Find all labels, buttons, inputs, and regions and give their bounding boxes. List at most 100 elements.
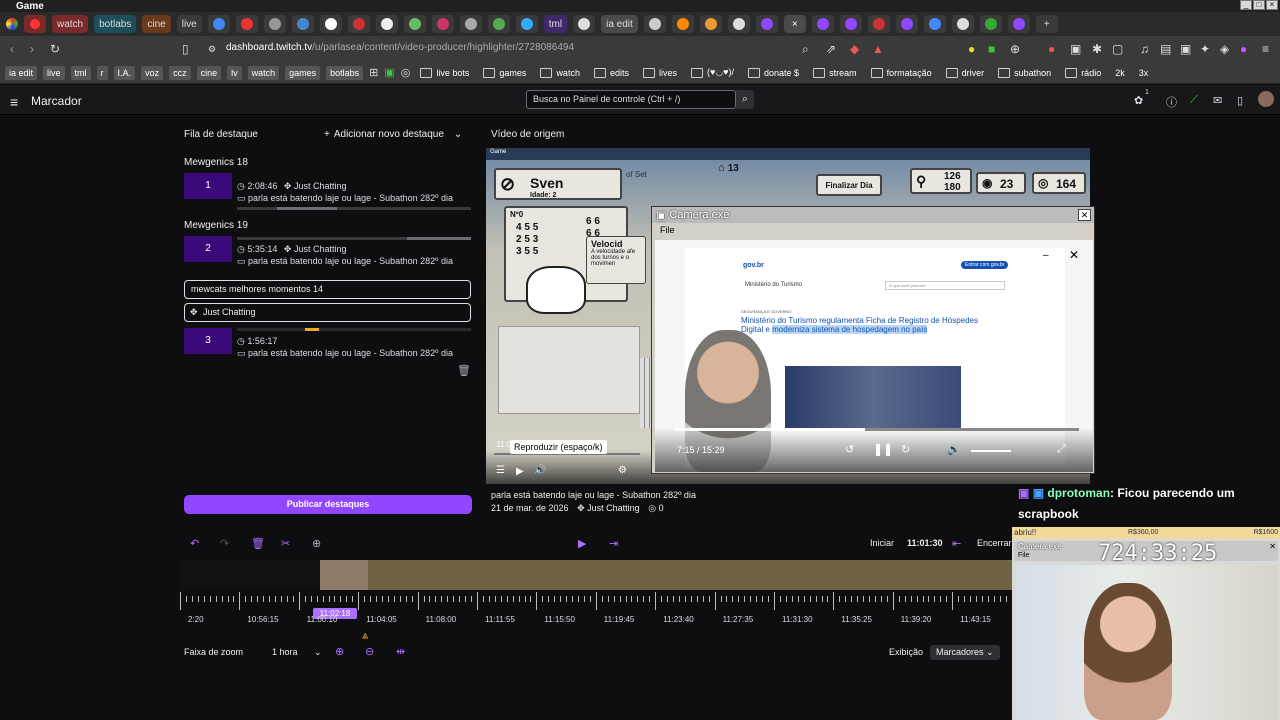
tab-generic-19[interactable] [951, 15, 974, 33]
bookmark-folder-driver[interactable]: driver [942, 66, 989, 80]
new-tab-button[interactable]: + [1035, 15, 1058, 33]
extensions-icon[interactable]: ✦ [1200, 42, 1210, 56]
extension-icon-7[interactable]: ▢ [1112, 42, 1123, 56]
extension-icon-5[interactable]: ▣ [1070, 42, 1081, 56]
bookmark-live[interactable]: live [43, 65, 65, 80]
tab-twitch-1[interactable] [755, 15, 778, 33]
extension-icon-6[interactable]: ✱ [1092, 42, 1102, 56]
bookmark-icon[interactable]: ▯ [182, 42, 189, 56]
set-start-icon[interactable]: ⇤ [952, 537, 961, 550]
camera-volume-icon[interactable]: 🔊 [947, 443, 961, 456]
search-button[interactable]: ⌕ [736, 90, 754, 109]
minimize-icon[interactable]: – [1043, 250, 1049, 261]
tab-generic-15[interactable] [727, 15, 750, 33]
bookmark-green-icon[interactable]: ▣ [384, 66, 394, 79]
bookmark-folder-formatacao[interactable]: formatação [867, 66, 936, 80]
share-icon[interactable]: ⇗ [826, 42, 836, 56]
bookmark-voz[interactable]: voz [141, 65, 164, 80]
extension-icon-2[interactable]: ■ [988, 42, 995, 56]
tab-generic-7[interactable] [431, 15, 454, 33]
timeline-ruler[interactable] [180, 592, 1012, 632]
timeline-selection[interactable] [320, 560, 368, 590]
bookmark-lv[interactable]: lv [227, 65, 242, 80]
tab-generic-5[interactable] [375, 15, 398, 33]
extension-icon-3[interactable]: ⊕ [1010, 42, 1020, 56]
camera-volume-slider[interactable] [971, 450, 1011, 452]
shield-icon[interactable]: ◆ [850, 42, 859, 56]
extension-icon-4[interactable]: ● [1048, 42, 1055, 56]
delete-clip-icon[interactable]: 🗑 [251, 537, 265, 550]
bookmark-outline-icon[interactable]: ▯ [1237, 94, 1243, 107]
forward-icon[interactable]: ↻ [901, 443, 910, 456]
tab-generic-13[interactable] [671, 15, 694, 33]
tab-generic-20[interactable] [979, 15, 1002, 33]
clip-thumbnail[interactable]: 1 [184, 173, 232, 199]
tab-generic-14[interactable] [699, 15, 722, 33]
bookmark-folder-radio[interactable]: rádio [1061, 66, 1105, 80]
browser-menu-icon[interactable]: ≡ [1262, 42, 1269, 56]
fit-icon[interactable]: ⇹ [396, 645, 405, 658]
site-search[interactable]: O que você procura? [885, 281, 1005, 290]
zoom-out-icon[interactable]: ⊖ [365, 645, 374, 658]
site-info-icon[interactable]: ⚙ [208, 44, 216, 55]
tab-active-close[interactable]: × [783, 15, 806, 33]
bookmark-folder-stream[interactable]: stream [809, 66, 861, 80]
tab-generic-4[interactable] [347, 15, 370, 33]
clip-thumbnail[interactable]: 3 [184, 328, 232, 354]
tab-twitch-3[interactable] [839, 15, 862, 33]
tab-cine[interactable]: cine [142, 15, 171, 33]
camera-close-button[interactable]: ✕ [1078, 209, 1091, 221]
tab-watch[interactable]: watch [52, 15, 89, 33]
add-marker-icon[interactable]: ⊕ [312, 537, 321, 550]
bookmark-folder-live-bots[interactable]: live bots [416, 66, 473, 80]
bookmark-ccz[interactable]: ccz [169, 65, 191, 80]
tab-botlabs[interactable]: botlabs [94, 15, 137, 33]
tab-generic-12[interactable] [643, 15, 666, 33]
vpn-icon[interactable]: ◈ [1220, 42, 1229, 56]
tab-record[interactable] [24, 15, 46, 33]
view-select[interactable]: Marcadores ⌄ [930, 645, 1000, 660]
bookmark-ia-edit[interactable]: ia edit [5, 65, 38, 80]
timeline-play-icon[interactable]: ▶ [578, 537, 586, 550]
extension-icon-1[interactable]: ● [968, 42, 975, 56]
tab-generic-6[interactable] [403, 15, 426, 33]
bookmark-watch[interactable]: watch [247, 65, 280, 80]
zoom-in-icon[interactable]: ⊕ [335, 645, 344, 658]
jump-end-icon[interactable]: ⇥ [609, 537, 618, 550]
bookmark-2k[interactable]: 2k [1111, 66, 1129, 80]
music-icon[interactable]: ♫ [1140, 42, 1149, 56]
category-input[interactable]: ✥ Just Chatting [184, 303, 471, 322]
bookmark-folder-donate[interactable]: donate $ [744, 66, 803, 80]
camera-window[interactable]: ▣ Camera.exe ✕ File gov.br Entrar com go… [651, 206, 1095, 474]
fullscreen-icon[interactable]: ⤢ [1057, 443, 1066, 456]
warning-icon[interactable]: ▲ [872, 42, 884, 56]
bookmark-botlabs[interactable]: botlabs [326, 65, 364, 80]
find-icon[interactable]: ⌕ [802, 42, 809, 57]
dashboard-search-input[interactable]: Busca no Painel de controle (Ctrl + /) [526, 90, 736, 109]
add-highlight-button[interactable]: + Adicionar novo destaque ⌄ [324, 126, 462, 142]
bookmark-folder-subathon[interactable]: subathon [994, 66, 1055, 80]
back-icon[interactable]: ‹ [10, 42, 14, 56]
volume-icon[interactable]: 🔊 [534, 465, 546, 476]
bookmark-folder-lives[interactable]: lives [639, 66, 681, 80]
camera-progress-bar[interactable] [675, 428, 1079, 431]
hamburger-menu-icon[interactable]: ≡ [10, 94, 18, 110]
tab-live[interactable]: live [176, 15, 202, 33]
settings-icon[interactable]: ⚙ [618, 465, 627, 476]
chapters-icon[interactable]: ☰ [496, 465, 505, 476]
maximize-button[interactable]: □ [1253, 0, 1265, 10]
tab-tml[interactable]: tml [543, 15, 568, 33]
tab-generic-16[interactable] [867, 15, 890, 33]
avatar[interactable] [1258, 91, 1274, 107]
bookmark-tml[interactable]: tml [70, 65, 91, 80]
playhead-marker-icon[interactable]: ⩓ [362, 630, 368, 643]
finalize-day-button[interactable]: Finalizar Dia [816, 174, 882, 196]
group-title[interactable]: Mewgenics 18 [184, 157, 248, 168]
sidebar-icon[interactable]: ▤ [1160, 42, 1171, 56]
gov-login-button[interactable]: Entrar com gov.br [961, 261, 1009, 269]
url-field[interactable]: dashboard.twitch.tv/u/parlasea/content/v… [226, 42, 574, 53]
help-icon[interactable]: ⓘ [1166, 94, 1177, 110]
tab-generic-17[interactable] [895, 15, 918, 33]
group-title[interactable]: Mewgenics 19 [184, 220, 248, 231]
bookmark-folder-edits[interactable]: edits [590, 66, 633, 80]
